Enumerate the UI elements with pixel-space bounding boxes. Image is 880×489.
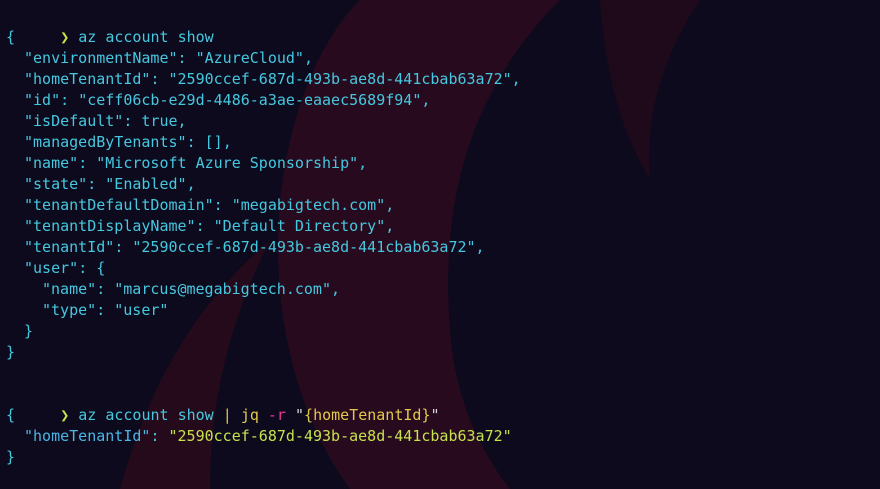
json-user-close: }	[24, 322, 34, 340]
json-user-open: "user": {	[24, 259, 106, 277]
prompt-symbol: ❯	[60, 406, 70, 424]
pipe-symbol: |	[222, 406, 232, 424]
filter-quote-close: "	[430, 406, 440, 424]
command-program: jq	[240, 406, 259, 424]
filter-brace-open: {	[304, 406, 314, 424]
json-line: "isDefault": true,	[24, 112, 187, 130]
json-line: "name": "Microsoft Azure Sponsorship",	[24, 154, 368, 172]
json-line: "homeTenantId": "2590ccef-687d-493b-ae8d…	[24, 70, 521, 88]
json-line: "homeTenantId": "2590ccef-687d-493b-ae8d…	[24, 427, 512, 445]
command-flag: -r	[267, 406, 286, 424]
json-line: "environmentName": "AzureCloud",	[24, 49, 313, 67]
terminal-output: ❯ az account show { "environmentName": "…	[6, 6, 880, 468]
command-base: az account show	[78, 406, 214, 424]
command-text: az account show	[78, 28, 214, 46]
json-line: "managedByTenants": [],	[24, 133, 232, 151]
json-line: "type": "user"	[42, 301, 169, 319]
command-line: ❯ az account show	[6, 6, 880, 46]
json-close-brace: }	[6, 448, 16, 466]
json-line: "tenantId": "2590ccef-687d-493b-ae8d-441…	[24, 238, 485, 256]
filter-key: homeTenantId	[313, 406, 422, 424]
prompt-symbol: ❯	[60, 28, 70, 46]
terminal-window[interactable]: ❯ az account show { "environmentName": "…	[0, 0, 880, 489]
command-line: ❯ az account show | jq -r "{homeTenantId…	[6, 384, 880, 424]
json-line: "name": "marcus@megabigtech.com",	[42, 280, 341, 298]
json-line: "id": "ceff06cb-e29d-4486-a3ae-eaaec5689…	[24, 91, 431, 109]
json-line: "tenantDisplayName": "Default Directory"…	[24, 217, 395, 235]
json-line: "tenantDefaultDomain": "megabigtech.com"…	[24, 196, 395, 214]
json-close-brace: }	[6, 343, 16, 361]
filter-quote-open: "	[295, 406, 305, 424]
json-line: "state": "Enabled",	[24, 175, 196, 193]
